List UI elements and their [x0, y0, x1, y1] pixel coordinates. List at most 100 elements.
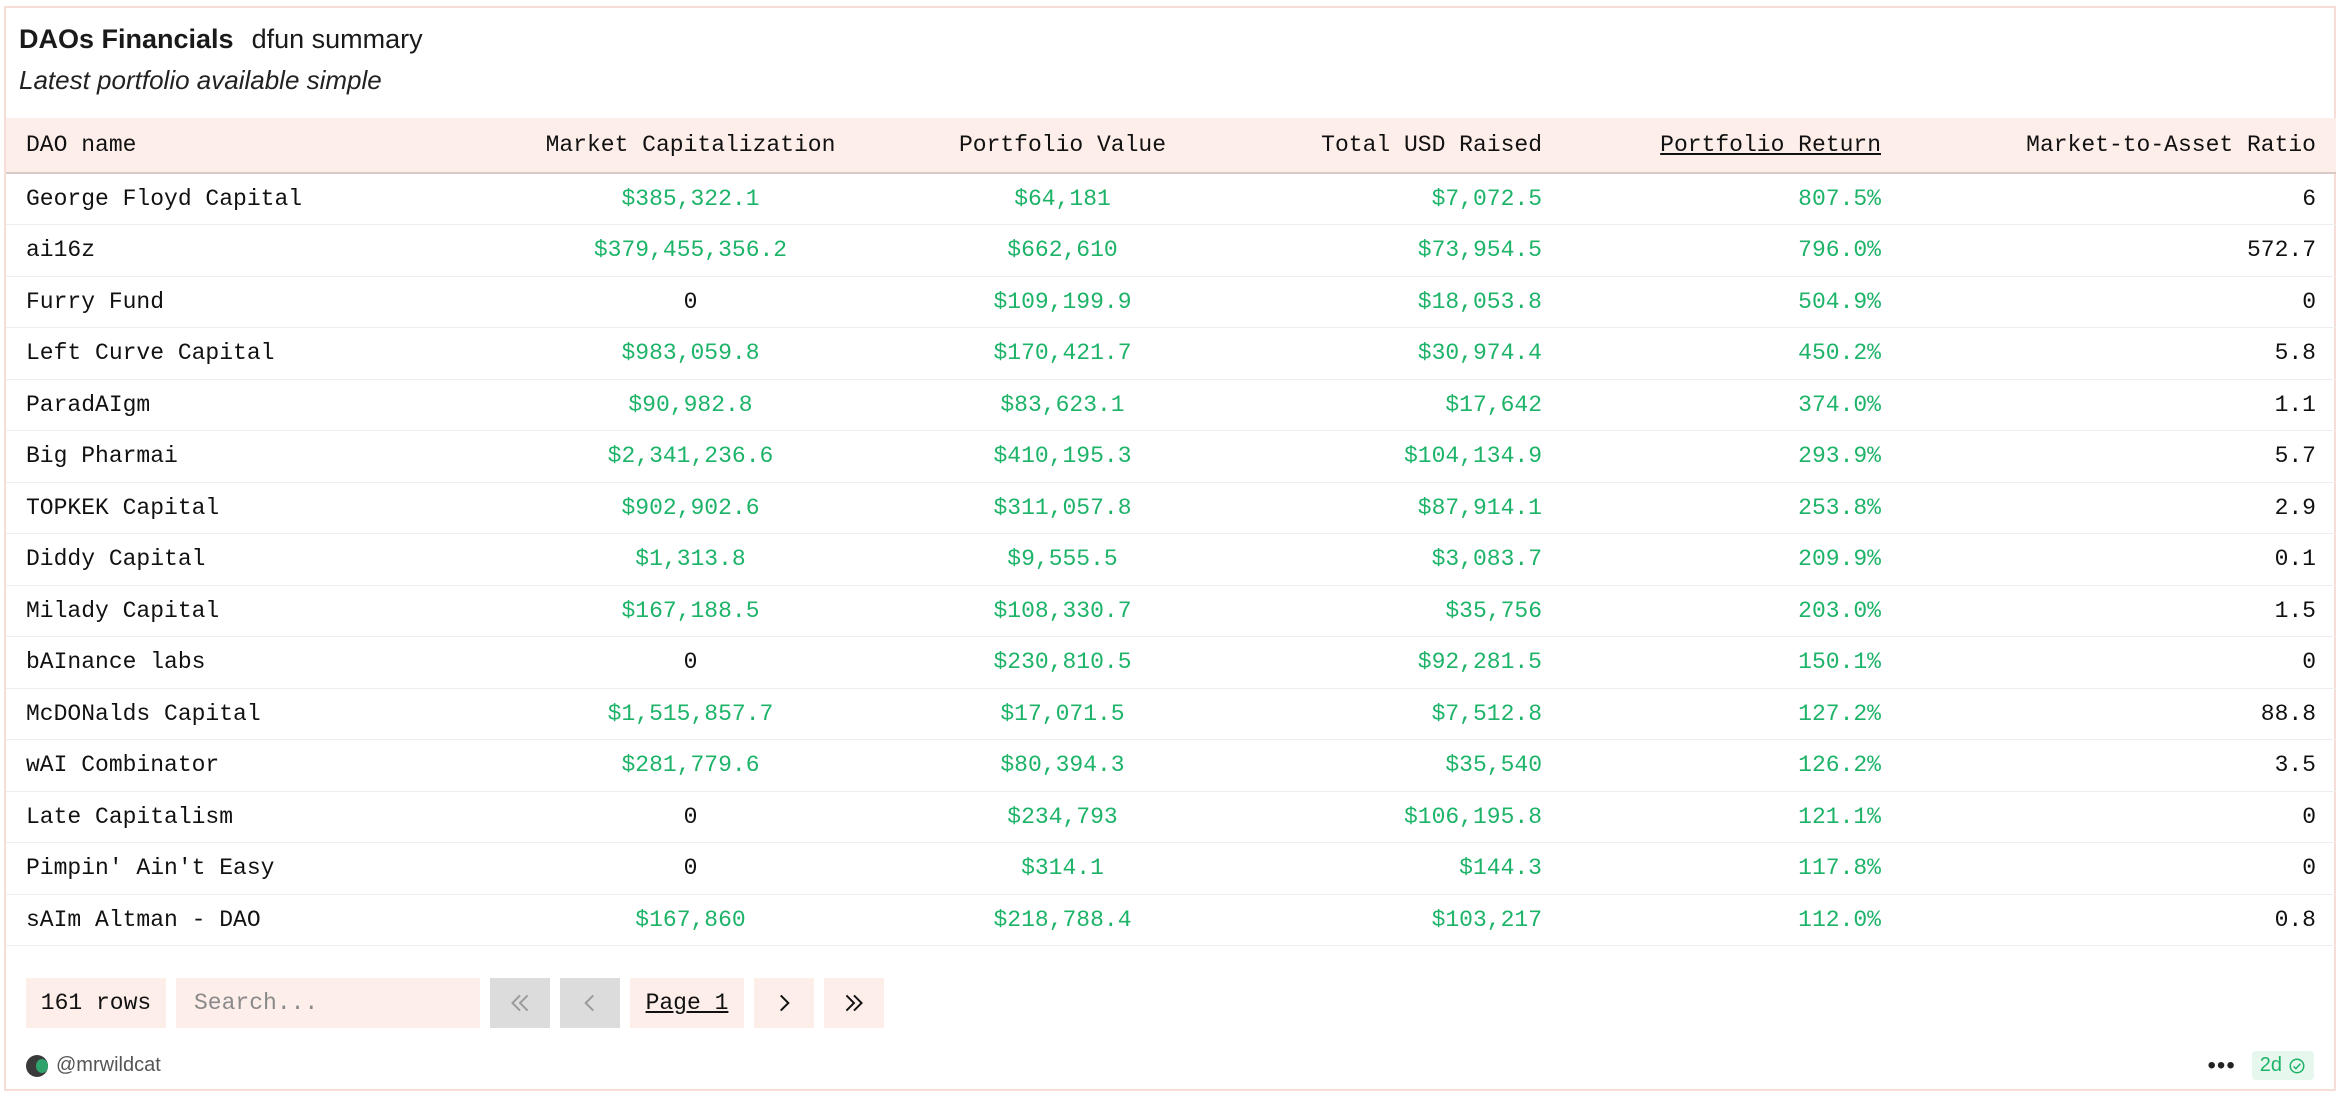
dao-name-cell: Left Curve Capital — [6, 327, 497, 380]
market-to-asset-ratio-cell: 0 — [1889, 636, 2336, 689]
market-to-asset-ratio-cell: 0.1 — [1889, 533, 2336, 586]
current-page-indicator[interactable]: Page 1 — [630, 978, 744, 1028]
portfolio-return-cell: 126.2% — [1550, 739, 1889, 792]
total-usd-raised-cell: $106,195.8 — [1241, 791, 1550, 843]
portfolio-return-cell: 796.0% — [1550, 224, 1889, 277]
dao-name-cell: Late Capitalism — [6, 791, 497, 843]
portfolio-value-cell: $64,181 — [884, 173, 1241, 225]
portfolio-value-cell: $109,199.9 — [884, 276, 1241, 328]
column-header-market-to-asset-ratio[interactable]: Market-to-Asset Ratio — [1889, 118, 2336, 174]
market-cap-cell: 0 — [497, 791, 884, 843]
dao-financials-table: DAO name Market Capitalization Portfolio… — [6, 118, 2336, 946]
market-cap-cell: $1,313.8 — [497, 533, 884, 586]
column-header-total-usd-raised[interactable]: Total USD Raised — [1241, 118, 1550, 174]
double-chevron-left-icon — [511, 994, 529, 1012]
card-footer: @mrwildcat ••• 2d — [26, 1051, 2314, 1080]
dao-name-cell: Diddy Capital — [6, 533, 497, 586]
portfolio-return-cell: 117.8% — [1550, 842, 1889, 895]
check-circle-icon — [2289, 1058, 2305, 1073]
market-cap-cell: $167,188.5 — [497, 585, 884, 637]
market-cap-cell: 0 — [497, 842, 884, 895]
market-cap-cell: 0 — [497, 276, 884, 328]
dao-name-cell: George Floyd Capital — [6, 173, 497, 225]
portfolio-value-cell: $80,394.3 — [884, 739, 1241, 792]
market-cap-cell: $90,982.8 — [497, 379, 884, 431]
first-page-button[interactable] — [490, 978, 550, 1028]
portfolio-return-cell: 450.2% — [1550, 327, 1889, 380]
portfolio-value-cell: $9,555.5 — [884, 533, 1241, 586]
table-row[interactable]: Left Curve Capital $983,059.8 $170,421.7 $3… — [6, 327, 2336, 380]
freshness-badge[interactable]: 2d — [2251, 1051, 2314, 1080]
portfolio-return-cell: 203.0% — [1550, 585, 1889, 637]
portfolio-return-cell: 209.9% — [1550, 533, 1889, 586]
market-cap-cell: $167,860 — [497, 894, 884, 946]
dao-name-cell: wAI Combinator — [6, 739, 497, 792]
market-to-asset-ratio-cell: 0.8 — [1889, 894, 2336, 946]
dao-name-cell: Milady Capital — [6, 585, 497, 637]
total-usd-raised-cell: $7,072.5 — [1241, 173, 1550, 225]
author-link[interactable]: @mrwildcat — [26, 1054, 161, 1077]
portfolio-return-cell: 121.1% — [1550, 791, 1889, 843]
table-row[interactable]: George Floyd Capital $385,322.1 $64,181 $7,… — [6, 173, 2336, 225]
avatar — [26, 1054, 48, 1077]
market-cap-cell: $2,341,236.6 — [497, 430, 884, 483]
total-usd-raised-cell: $104,134.9 — [1241, 430, 1550, 483]
column-header-dao-name[interactable]: DAO name — [6, 118, 497, 174]
dao-name-cell: bAInance labs — [6, 636, 497, 689]
table-row[interactable]: Diddy Capital $1,313.8 $9,555.5 $3,083.7 209… — [6, 533, 2336, 586]
table-row[interactable]: TOPKEK Capital $902,902.6 $311,057.8 $87,91… — [6, 482, 2336, 534]
table-row[interactable]: Pimpin' Ain't Easy 0 $314.1 $144.3 117.8% 0 — [6, 842, 2336, 895]
market-to-asset-ratio-cell: 88.8 — [1889, 688, 2336, 740]
pagination-bar: 161 rows Page 1 — [26, 978, 884, 1028]
market-cap-cell: $379,455,356.2 — [497, 224, 884, 277]
sorted-column-label[interactable]: Portfolio Return — [1660, 132, 1881, 158]
market-to-asset-ratio-cell: 0 — [1889, 842, 2336, 895]
previous-page-button[interactable] — [560, 978, 620, 1028]
table-row[interactable]: bAInance labs 0 $230,810.5 $92,281.5 150.1% 0 — [6, 636, 2336, 689]
market-cap-cell: $1,515,857.7 — [497, 688, 884, 740]
portfolio-value-cell: $234,793 — [884, 791, 1241, 843]
portfolio-return-cell: 253.8% — [1550, 482, 1889, 534]
total-usd-raised-cell: $35,756 — [1241, 585, 1550, 637]
table-row[interactable]: wAI Combinator $281,779.6 $80,394.3 $35,540… — [6, 739, 2336, 792]
dao-name-cell: Furry Fund — [6, 276, 497, 328]
market-to-asset-ratio-cell: 3.5 — [1889, 739, 2336, 792]
portfolio-return-cell: 127.2% — [1550, 688, 1889, 740]
card-title[interactable]: DAOs Financials — [19, 24, 234, 55]
table-body: George Floyd Capital $385,322.1 $64,181 $7,… — [6, 173, 2336, 946]
table-row[interactable]: ParadAIgm $90,982.8 $83,623.1 $17,642 374.0%… — [6, 379, 2336, 431]
column-header-portfolio-return[interactable]: Portfolio Return — [1550, 118, 1889, 174]
table-row[interactable]: Furry Fund 0 $109,199.9 $18,053.8 504.9% 0 — [6, 276, 2336, 328]
table-row[interactable]: Late Capitalism 0 $234,793 $106,195.8 121.1%… — [6, 791, 2336, 843]
portfolio-return-cell: 504.9% — [1550, 276, 1889, 328]
total-usd-raised-cell: $87,914.1 — [1241, 482, 1550, 534]
card-header: DAOs Financials dfun summary Latest port… — [19, 24, 423, 96]
market-cap-cell: $385,322.1 — [497, 173, 884, 225]
portfolio-return-cell: 293.9% — [1550, 430, 1889, 483]
card-description: Latest portfolio available simple — [19, 65, 382, 95]
table-row[interactable]: sAIm Altman - DAO $167,860 $218,788.4 $103,… — [6, 894, 2336, 946]
column-header-portfolio-value[interactable]: Portfolio Value — [884, 118, 1241, 174]
market-to-asset-ratio-cell: 572.7 — [1889, 224, 2336, 277]
dashboard-tag[interactable]: dfun summary — [252, 24, 423, 55]
table-row[interactable]: Milady Capital $167,188.5 $108,330.7 $35,75… — [6, 585, 2336, 637]
last-page-button[interactable] — [824, 978, 884, 1028]
portfolio-value-cell: $410,195.3 — [884, 430, 1241, 483]
market-to-asset-ratio-cell: 2.9 — [1889, 482, 2336, 534]
portfolio-value-cell: $311,057.8 — [884, 482, 1241, 534]
total-usd-raised-cell: $17,642 — [1241, 379, 1550, 431]
table-row[interactable]: ai16z $379,455,356.2 $662,610 $73,954.5 796.… — [6, 224, 2336, 277]
next-page-button[interactable] — [754, 978, 814, 1028]
market-cap-cell: $983,059.8 — [497, 327, 884, 380]
portfolio-return-cell: 374.0% — [1550, 379, 1889, 431]
table-row[interactable]: McDONalds Capital $1,515,857.7 $17,071.5 $7… — [6, 688, 2336, 740]
search-input[interactable] — [176, 978, 480, 1028]
column-header-market-cap[interactable]: Market Capitalization — [497, 118, 884, 174]
table-row[interactable]: Big Pharmai $2,341,236.6 $410,195.3 $104,13… — [6, 430, 2336, 483]
more-options-icon[interactable]: ••• — [2208, 1052, 2236, 1080]
market-cap-cell: $902,902.6 — [497, 482, 884, 534]
dao-name-cell: TOPKEK Capital — [6, 482, 497, 534]
total-usd-raised-cell: $92,281.5 — [1241, 636, 1550, 689]
market-to-asset-ratio-cell: 5.7 — [1889, 430, 2336, 483]
row-count: 161 rows — [26, 978, 166, 1028]
